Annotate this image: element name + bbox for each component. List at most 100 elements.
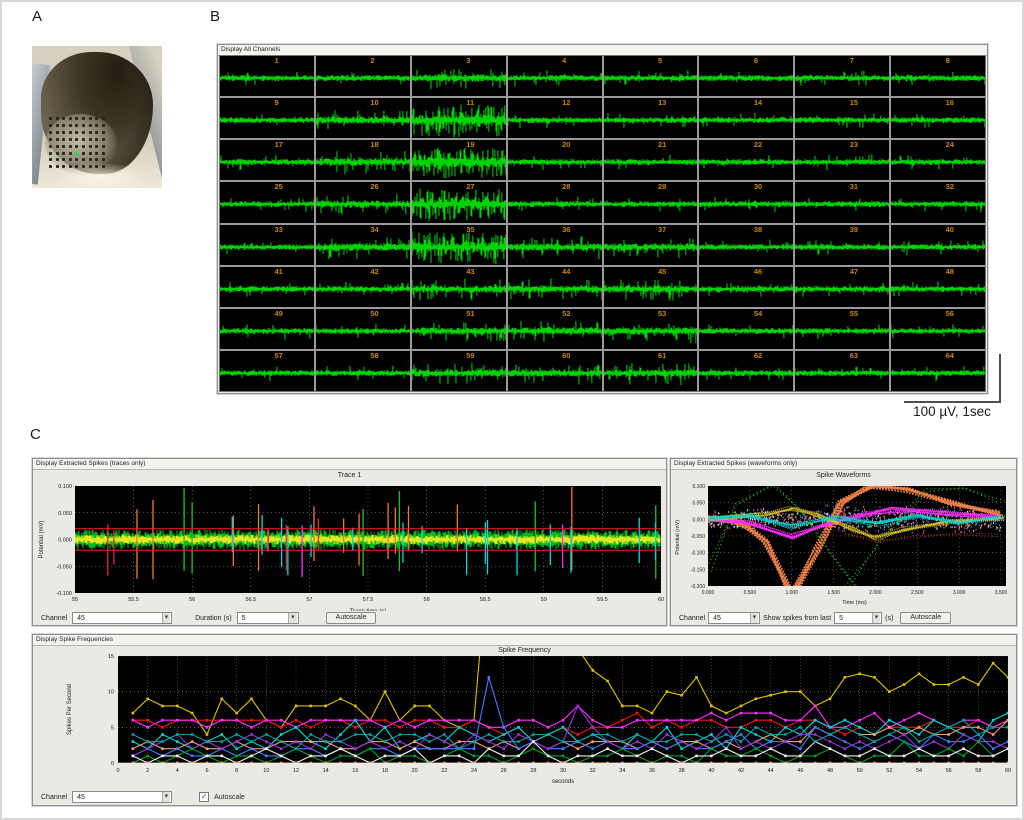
channel-cell[interactable]: 48 <box>891 267 985 307</box>
channel-cell[interactable]: 7 <box>795 56 889 96</box>
channel-cell[interactable]: 41 <box>220 267 314 307</box>
channel-cell[interactable]: 12 <box>508 98 602 138</box>
channel-cell[interactable]: 10 <box>316 98 410 138</box>
channel-cell[interactable]: 6 <box>699 56 793 96</box>
svg-text:0.050: 0.050 <box>58 511 72 517</box>
channel-cell[interactable]: 3 <box>412 56 506 96</box>
electrode-dot <box>69 138 72 141</box>
channel-cell[interactable]: 43 <box>412 267 506 307</box>
channel-cell[interactable]: 47 <box>795 267 889 307</box>
channel-cell[interactable]: 16 <box>891 98 985 138</box>
wave-autoscale-button[interactable]: Autoscale <box>900 612 951 624</box>
channel-cell[interactable]: 9 <box>220 98 314 138</box>
channel-cell[interactable]: 4 <box>508 56 602 96</box>
channel-cell[interactable]: 51 <box>412 309 506 349</box>
channel-cell[interactable]: 28 <box>508 182 602 222</box>
channel-cell[interactable]: 42 <box>316 267 410 307</box>
channel-cell[interactable]: 38 <box>699 225 793 265</box>
channel-cell[interactable]: 22 <box>699 140 793 180</box>
channel-cell[interactable]: 13 <box>604 98 698 138</box>
electrode-dot <box>89 138 92 141</box>
svg-text:12: 12 <box>293 768 299 774</box>
trace-duration-select[interactable]: 5 ▾ <box>237 612 299 624</box>
freq-autoscale-checkbox[interactable]: ✓ <box>199 792 209 802</box>
channel-number: 21 <box>658 140 666 149</box>
channel-cell[interactable]: 5 <box>604 56 698 96</box>
channel-cell[interactable]: 31 <box>795 182 889 222</box>
channel-cell[interactable]: 34 <box>316 225 410 265</box>
channel-cell[interactable]: 27 <box>412 182 506 222</box>
trace-autoscale-button[interactable]: Autoscale <box>326 612 377 624</box>
channel-cell[interactable]: 58 <box>316 351 410 391</box>
channel-cell[interactable]: 39 <box>795 225 889 265</box>
channel-number: 2 <box>370 56 374 65</box>
svg-text:52: 52 <box>886 768 892 774</box>
channel-cell[interactable]: 36 <box>508 225 602 265</box>
channel-cell[interactable]: 37 <box>604 225 698 265</box>
channel-cell[interactable]: 60 <box>508 351 602 391</box>
channel-cell[interactable]: 18 <box>316 140 410 180</box>
channel-number: 7 <box>850 56 854 65</box>
channel-number: 13 <box>658 98 666 107</box>
channel-cell[interactable]: 19 <box>412 140 506 180</box>
channel-cell[interactable]: 14 <box>699 98 793 138</box>
channel-cell[interactable]: 50 <box>316 309 410 349</box>
dropdown-arrow-icon: ▾ <box>162 613 171 623</box>
channel-cell[interactable]: 33 <box>220 225 314 265</box>
electrode-dot <box>62 124 65 127</box>
channel-cell[interactable]: 54 <box>699 309 793 349</box>
channel-cell[interactable]: 30 <box>699 182 793 222</box>
channel-number: 37 <box>658 225 666 234</box>
svg-text:16: 16 <box>352 768 358 774</box>
channel-number: 10 <box>370 98 378 107</box>
channel-cell[interactable]: 45 <box>604 267 698 307</box>
channel-cell[interactable]: 15 <box>795 98 889 138</box>
channel-cell[interactable]: 21 <box>604 140 698 180</box>
channel-cell[interactable]: 32 <box>891 182 985 222</box>
trace-channel-select[interactable]: 45 ▾ <box>72 612 172 624</box>
channel-cell[interactable]: 57 <box>220 351 314 391</box>
channel-cell[interactable]: 1 <box>220 56 314 96</box>
channel-cell[interactable]: 44 <box>508 267 602 307</box>
electrode-dot <box>56 131 59 134</box>
svg-text:1.500: 1.500 <box>827 590 840 596</box>
channel-cell[interactable]: 11 <box>412 98 506 138</box>
channel-cell[interactable]: 26 <box>316 182 410 222</box>
channel-number: 45 <box>658 267 666 276</box>
channel-cell[interactable]: 46 <box>699 267 793 307</box>
channel-cell[interactable]: 52 <box>508 309 602 349</box>
panel-b-label: B <box>210 8 220 25</box>
channel-cell[interactable]: 55 <box>795 309 889 349</box>
channel-cell[interactable]: 53 <box>604 309 698 349</box>
channel-cell[interactable]: 8 <box>891 56 985 96</box>
svg-text:38: 38 <box>679 768 685 774</box>
channel-cell[interactable]: 17 <box>220 140 314 180</box>
channel-cell[interactable]: 2 <box>316 56 410 96</box>
wave-channel-select[interactable]: 45 ▾ <box>708 612 760 624</box>
channel-cell[interactable]: 40 <box>891 225 985 265</box>
channel-cell[interactable]: 56 <box>891 309 985 349</box>
channel-cell[interactable]: 24 <box>891 140 985 180</box>
electrode-dot <box>56 145 59 148</box>
channel-cell[interactable]: 62 <box>699 351 793 391</box>
electrode-dot <box>62 145 65 148</box>
freq-channel-select[interactable]: 45 ▾ <box>72 791 172 803</box>
panel-c-label: C <box>30 426 41 443</box>
channel-cell[interactable]: 25 <box>220 182 314 222</box>
channel-cell[interactable]: 35 <box>412 225 506 265</box>
channel-number: 54 <box>754 309 762 318</box>
channel-cell[interactable]: 59 <box>412 351 506 391</box>
electrode-dot <box>82 117 85 120</box>
channel-cell[interactable]: 61 <box>604 351 698 391</box>
svg-text:50: 50 <box>857 768 863 774</box>
svg-text:14: 14 <box>323 768 329 774</box>
svg-text:55.5: 55.5 <box>128 597 139 603</box>
channel-cell[interactable]: 20 <box>508 140 602 180</box>
wave-show-select[interactable]: 5 ▾ <box>834 612 882 624</box>
svg-text:48: 48 <box>827 768 833 774</box>
channel-cell[interactable]: 29 <box>604 182 698 222</box>
channel-cell[interactable]: 63 <box>795 351 889 391</box>
channel-number: 40 <box>946 225 954 234</box>
channel-cell[interactable]: 49 <box>220 309 314 349</box>
channel-cell[interactable]: 23 <box>795 140 889 180</box>
